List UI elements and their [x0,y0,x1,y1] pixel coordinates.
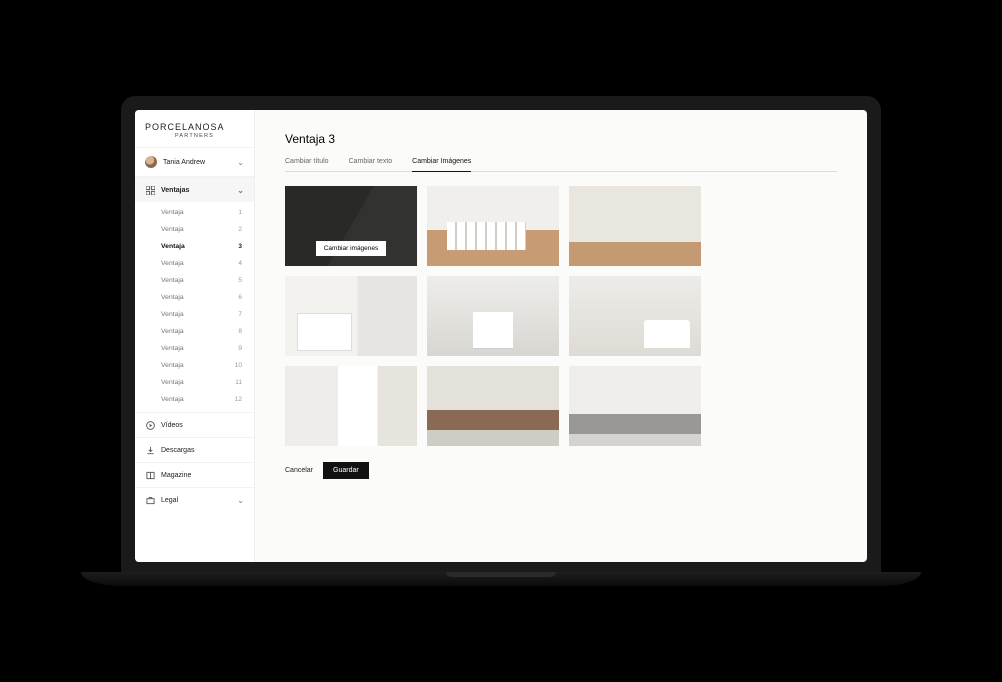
sidebar-item-ventaja-7[interactable]: Ventaja7 [135,306,254,323]
ventajas-sublist: Ventaja1 Ventaja2 Ventaja3 Ventaja4 Vent… [135,202,254,412]
nav-magazine-label: Magazine [161,472,244,479]
sidebar-item-ventaja-2[interactable]: Ventaja2 [135,221,254,238]
tab-cambiar-texto[interactable]: Cambiar texto [349,158,393,171]
image-grid: Cambiar imágenes [285,186,837,446]
image-thumb-5[interactable] [427,276,559,356]
download-icon [145,445,155,455]
image-thumb-1[interactable]: Cambiar imágenes [285,186,417,266]
nav-videos-label: Vídeos [161,422,244,429]
book-icon [145,470,155,480]
image-thumb-6[interactable] [569,276,701,356]
nav-descargas-label: Descargas [161,447,244,454]
brand-sub: PARTNERS [145,133,244,139]
image-thumb-overlay: Cambiar imágenes [285,186,417,266]
nav-ventajas[interactable]: Ventajas ⌄ [135,178,254,202]
sidebar-item-ventaja-4[interactable]: Ventaja4 [135,255,254,272]
image-thumb-7[interactable] [285,366,417,446]
tabs: Cambiar título Cambiar texto Cambiar Imá… [285,158,837,172]
nav-legal[interactable]: Legal ⌄ [135,487,254,512]
nav-legal-label: Legal [161,497,231,504]
play-icon [145,420,155,430]
image-thumb-9[interactable] [569,366,701,446]
image-thumb-2[interactable] [427,186,559,266]
nav-magazine[interactable]: Magazine [135,462,254,487]
image-thumb-8[interactable] [427,366,559,446]
chevron-down-icon: ⌄ [237,158,244,167]
image-thumb-4[interactable] [285,276,417,356]
user-name: Tania Andrew [163,159,231,166]
sidebar-item-ventaja-8[interactable]: Ventaja8 [135,323,254,340]
main-content: Ventaja 3 Cambiar título Cambiar texto C… [255,110,867,562]
sidebar-item-ventaja-3[interactable]: Ventaja3 [135,238,254,255]
change-images-button[interactable]: Cambiar imágenes [316,241,387,256]
briefcase-icon [145,495,155,505]
nav-videos[interactable]: Vídeos [135,412,254,437]
brand-main: PORCELANOSA [145,122,244,132]
nav-ventajas-label: Ventajas [161,187,231,194]
save-button[interactable]: Guardar [323,462,369,479]
sidebar-item-ventaja-6[interactable]: Ventaja6 [135,289,254,306]
cancel-button[interactable]: Cancelar [285,467,313,474]
image-thumb-3[interactable] [569,186,701,266]
chevron-down-icon: ⌄ [237,186,244,195]
page-title: Ventaja 3 [285,132,837,146]
grid-icon [145,185,155,195]
form-actions: Cancelar Guardar [285,462,837,479]
tab-cambiar-titulo[interactable]: Cambiar título [285,158,329,171]
nav-descargas[interactable]: Descargas [135,437,254,462]
tab-cambiar-imagenes[interactable]: Cambiar Imágenes [412,158,471,172]
user-menu[interactable]: Tania Andrew ⌄ [135,147,254,177]
avatar [145,156,157,168]
sidebar: PORCELANOSA PARTNERS Tania Andrew ⌄ Vent… [135,110,255,562]
chevron-down-icon: ⌄ [237,496,244,505]
sidebar-item-ventaja-10[interactable]: Ventaja10 [135,357,254,374]
sidebar-item-ventaja-11[interactable]: Ventaja11 [135,374,254,391]
sidebar-item-ventaja-12[interactable]: Ventaja12 [135,391,254,408]
sidebar-item-ventaja-1[interactable]: Ventaja1 [135,204,254,221]
sidebar-item-ventaja-9[interactable]: Ventaja9 [135,340,254,357]
sidebar-item-ventaja-5[interactable]: Ventaja5 [135,272,254,289]
nav-ventajas-section: Ventajas ⌄ Ventaja1 Ventaja2 Ventaja3 Ve… [135,177,254,412]
brand-logo: PORCELANOSA PARTNERS [135,110,254,147]
laptop-base [81,572,921,586]
